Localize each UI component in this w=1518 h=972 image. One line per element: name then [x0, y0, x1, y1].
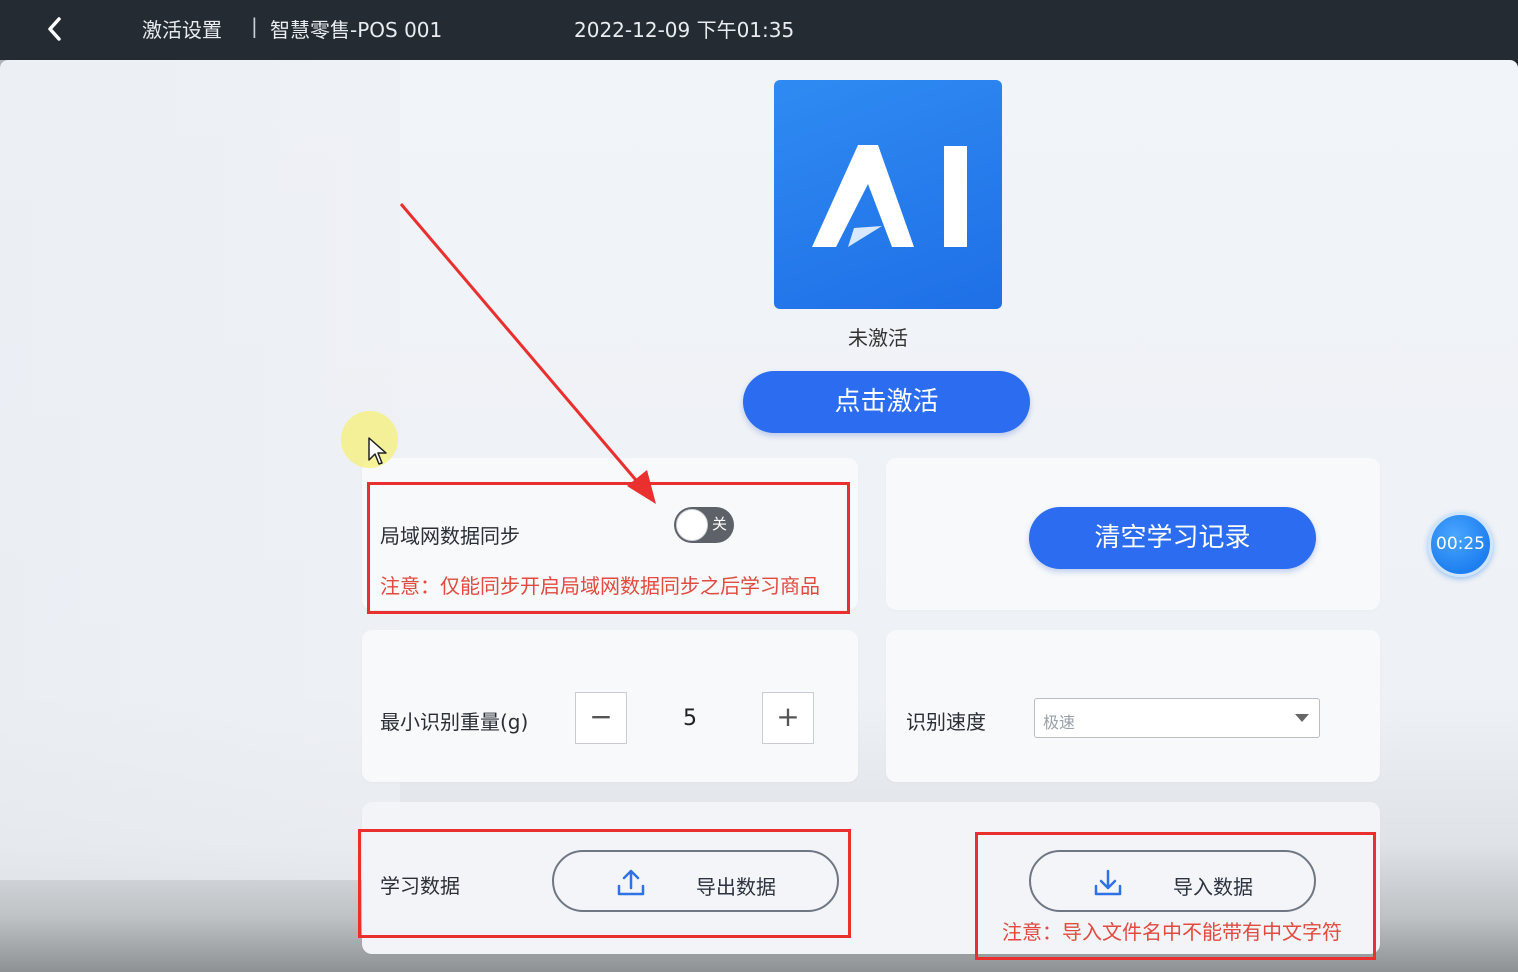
back-button[interactable]: [38, 12, 72, 46]
title-separator: |: [251, 14, 258, 38]
lan-sync-toggle[interactable]: 关: [674, 507, 734, 543]
weight-value[interactable]: 5: [640, 706, 740, 731]
toggle-knob: [676, 509, 708, 541]
download-icon: [1094, 869, 1122, 896]
import-data-button[interactable]: 导入数据: [1029, 850, 1316, 912]
background-haze: [0, 60, 400, 880]
export-data-label: 导出数据: [696, 875, 776, 899]
lan-sync-label: 局域网数据同步: [380, 524, 520, 548]
lan-sync-warning: 注意：仅能同步开启局域网数据同步之后学习商品: [380, 574, 820, 598]
speed-selected-value: 极速: [1043, 713, 1076, 732]
activation-status: 未激活: [848, 326, 908, 350]
toggle-state-text: 关: [712, 515, 728, 533]
speed-label: 识别速度: [906, 710, 986, 734]
ai-logo: [774, 80, 1002, 309]
export-data-button[interactable]: 导出数据: [552, 850, 839, 912]
top-bar: 激活设置 | 智慧零售-POS 001 2022-12-09 下午01:35: [0, 0, 1518, 60]
device-name: 智慧零售-POS 001: [270, 18, 443, 42]
clear-learning-button[interactable]: 清空学习记录: [1029, 507, 1316, 569]
weight-increment-button[interactable]: +: [762, 692, 814, 744]
caret-down-icon: [1295, 714, 1309, 722]
import-data-label: 导入数据: [1173, 875, 1253, 899]
mouse-pointer-icon: [368, 437, 387, 465]
datetime: 2022-12-09 下午01:35: [574, 18, 795, 42]
page-title: 激活设置: [142, 18, 222, 42]
learn-data-label: 学习数据: [380, 874, 460, 898]
upload-icon: [617, 869, 645, 896]
recording-timer[interactable]: 00:25: [1428, 512, 1493, 577]
ai-logo-icon: [812, 145, 967, 247]
weight-decrement-button[interactable]: −: [575, 692, 627, 744]
import-warning: 注意：导入文件名中不能带有中文字符: [1002, 920, 1342, 944]
chevron-left-icon: [48, 17, 61, 41]
speed-select[interactable]: 极速: [1034, 698, 1320, 738]
activate-button[interactable]: 点击激活: [743, 371, 1030, 433]
min-weight-label: 最小识别重量(g): [380, 710, 529, 734]
